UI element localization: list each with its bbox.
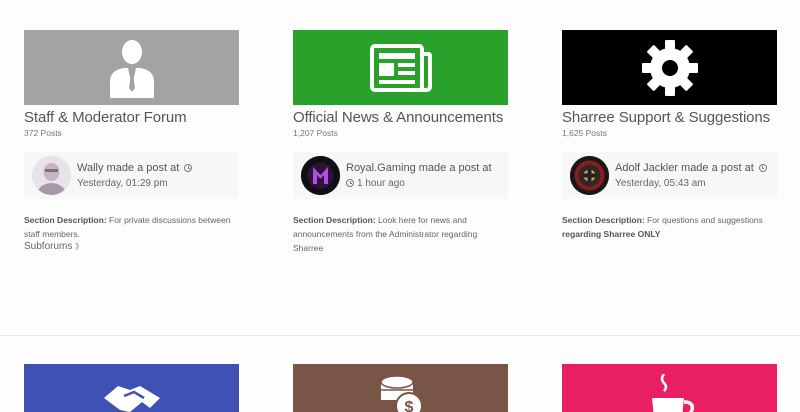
section-description: Section Description: For private discuss… [24, 215, 231, 239]
forum-card-news: Official News & Announcements 1,207 Post… [293, 30, 508, 255]
coins-icon: $ [379, 375, 423, 412]
post-count: 1,207 Posts [293, 128, 338, 138]
clock-icon [184, 164, 193, 172]
forum-row-1: Staff & Moderator Forum 372 Posts Wally … [0, 30, 800, 270]
latest-post: Wally made a post at Yesterday, 01:29 pm [24, 152, 239, 199]
handshake-icon [103, 386, 160, 412]
forum-card-partial [562, 364, 777, 412]
forum-card-staff: Staff & Moderator Forum 372 Posts Wally … [24, 30, 239, 253]
section-divider [0, 335, 800, 336]
forum-banner[interactable]: $ [293, 364, 508, 412]
user-suit-icon [109, 39, 154, 98]
forum-banner[interactable] [293, 30, 508, 105]
forum-card-partial [24, 364, 239, 412]
latest-post-author[interactable]: Royal.Gaming made a post at [346, 162, 492, 174]
latest-post: Royal.Gaming made a post at 1 hour ago [293, 152, 508, 199]
forum-title[interactable]: Official News & Announcements [293, 109, 508, 127]
latest-post-time[interactable]: Yesterday, 05:43 am [615, 178, 706, 189]
forum-card-support: Sharree Support & Suggestions 1,625 Post… [562, 30, 777, 241]
forum-title[interactable]: Staff & Moderator Forum [24, 109, 239, 127]
latest-post-time[interactable]: Yesterday, 01:29 pm [77, 178, 168, 189]
avatar[interactable] [301, 156, 340, 195]
forum-title[interactable]: Sharree Support & Suggestions [562, 109, 777, 127]
post-count: 372 Posts [24, 128, 62, 138]
forum-index: Staff & Moderator Forum 372 Posts Wally … [0, 0, 800, 412]
gear-icon [641, 39, 698, 96]
svg-text:$: $ [404, 399, 413, 412]
section-description: Section Description: For questions and s… [562, 215, 763, 239]
coffee-cup-icon [651, 374, 694, 412]
clock-icon [346, 179, 354, 187]
forum-banner[interactable] [562, 30, 777, 105]
forum-row-2: $ [0, 364, 800, 412]
forum-banner[interactable] [24, 30, 239, 105]
latest-post-author[interactable]: Adolf Jackler made a post at [615, 162, 767, 174]
clock-icon [758, 164, 767, 172]
latest-post: Adolf Jackler made a post at Yesterday, … [562, 152, 777, 199]
forum-card-partial: $ [293, 364, 508, 412]
double-chevron-down-icon: 》 [75, 242, 84, 251]
forum-banner[interactable] [562, 364, 777, 412]
forum-banner[interactable] [24, 364, 239, 412]
avatar[interactable] [32, 156, 71, 195]
section-description: Section Description: Look here for news … [293, 215, 478, 253]
latest-post-time[interactable]: 1 hour ago [346, 178, 405, 189]
latest-post-author[interactable]: Wally made a post at [77, 162, 193, 174]
subforums-toggle[interactable]: Subforums 》 [24, 241, 239, 253]
newspaper-icon [369, 43, 432, 92]
avatar[interactable] [570, 156, 609, 195]
post-count: 1,625 Posts [562, 128, 607, 138]
